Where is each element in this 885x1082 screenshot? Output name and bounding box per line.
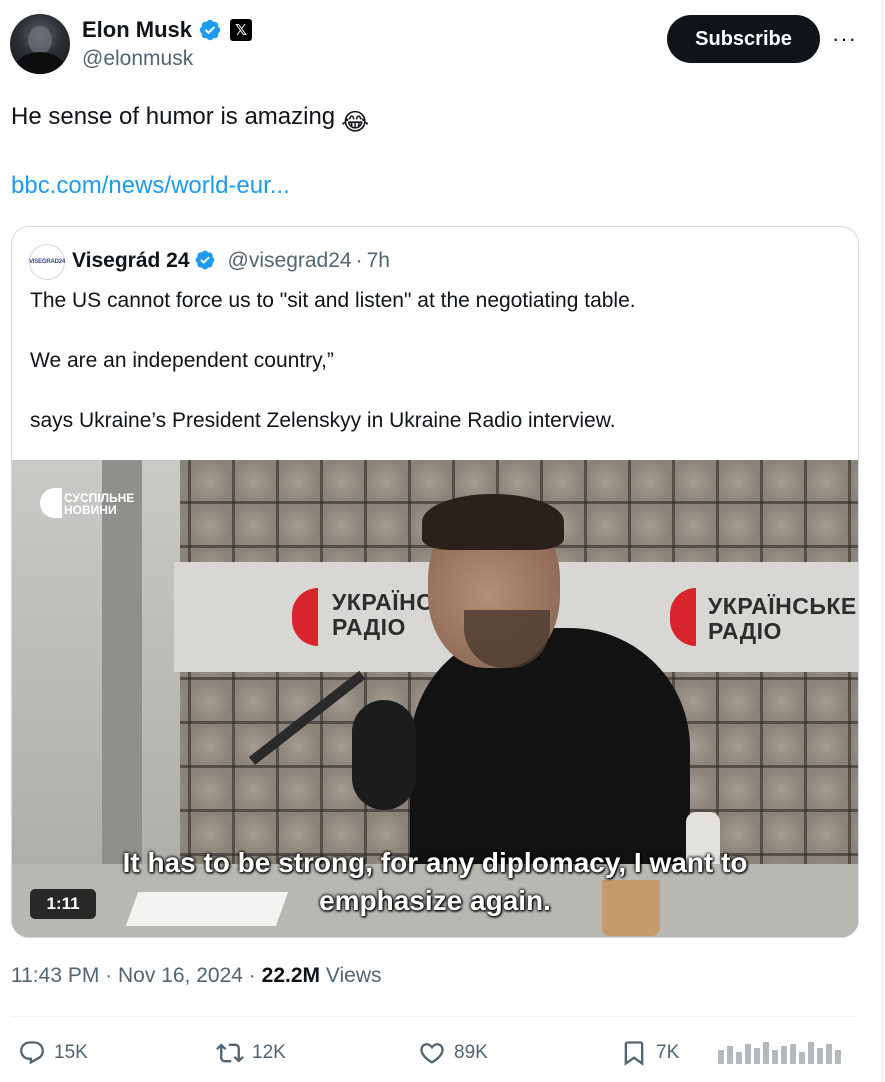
divider — [11, 1016, 857, 1017]
quoted-author-avatar[interactable]: VISEGRAD24 — [29, 244, 65, 280]
video-subtitle: It has to be strong, for any diplomacy, … — [12, 844, 858, 920]
views-count: 22.2M — [261, 964, 321, 987]
bookmark-icon — [624, 1041, 644, 1066]
share-icon[interactable] — [718, 1040, 868, 1064]
sign-text-right: УКРАЇНСЬКЕ РАДІО — [708, 594, 857, 644]
quoted-author-handle[interactable]: @visegrad24 — [228, 249, 352, 273]
radio-logo-icon — [292, 588, 318, 646]
watermark-bar — [826, 1044, 832, 1064]
watermark-bar — [718, 1050, 724, 1064]
tweet-text-content: He sense of humor is amazing — [11, 103, 336, 130]
author-name[interactable]: Elon Musk — [82, 17, 192, 43]
watermark-bar — [727, 1046, 733, 1064]
bookmark-count: 7K — [656, 1042, 680, 1063]
suspilne-logo-icon — [40, 488, 62, 518]
subtitle-line: It has to be strong, for any diplomacy, … — [122, 847, 748, 878]
avatar-face — [28, 26, 52, 54]
subscribe-button[interactable]: Subscribe — [667, 15, 820, 63]
watermark-bar — [808, 1042, 814, 1064]
meta-separator: · — [355, 249, 363, 272]
tweet-link[interactable]: bbc.com/news/world-eur... — [11, 172, 290, 200]
video-player[interactable]: СУСПІЛЬНЕ НОВИНИ УКРАЇНСЬ РАДІО УКРАЇНСЬ… — [12, 460, 858, 937]
watermark-bar — [799, 1052, 805, 1064]
views-label: Views — [325, 964, 382, 987]
speaker-hair — [422, 494, 564, 550]
bookmark-button[interactable]: 7K — [620, 1038, 679, 1068]
reply-icon — [20, 1041, 44, 1065]
quoted-author-name[interactable]: Visegrád 24 — [72, 249, 190, 273]
watermark-bar — [763, 1042, 769, 1064]
x-logo-icon[interactable]: 𝕏 — [230, 19, 253, 41]
repost-icon — [216, 1043, 244, 1063]
tweet-text: He sense of humor is amazing 😂 — [11, 100, 369, 140]
watermark-bar — [736, 1052, 742, 1064]
watermark-bar — [754, 1048, 760, 1064]
video-duration-badge: 1:11 — [30, 889, 96, 919]
watermark-line: НОВИНИ — [64, 503, 117, 517]
microphone — [352, 700, 416, 810]
sign-line: РАДІО — [708, 618, 782, 644]
tears-of-joy-emoji-icon: 😂 — [341, 109, 370, 136]
meta-separator: · — [248, 964, 256, 987]
tweet-meta: 11:43 PM · Nov 16, 2024 · 22.2M Views — [11, 964, 382, 988]
radio-logo-icon — [670, 588, 696, 646]
watermark-bar — [781, 1046, 787, 1064]
more-options-icon[interactable]: ··· — [832, 26, 860, 51]
author-avatar[interactable] — [10, 14, 70, 74]
tweet-date[interactable]: Nov 16, 2024 — [118, 964, 243, 987]
quoted-timestamp[interactable]: 7h — [367, 249, 390, 273]
heart-icon — [420, 1043, 444, 1064]
like-button[interactable]: 89K — [418, 1038, 488, 1068]
watermark-bar — [745, 1044, 751, 1064]
sign-line: УКРАЇНСЬКЕ — [708, 593, 857, 619]
verified-badge-icon — [194, 249, 218, 273]
watermark-bar — [835, 1050, 841, 1064]
watermark-bar — [772, 1050, 778, 1064]
reply-count: 15K — [54, 1042, 88, 1063]
author-name-row[interactable]: Elon Musk 𝕏 — [82, 16, 253, 44]
quoted-text-line: The US cannot force us to "sit and liste… — [30, 289, 636, 312]
like-count: 89K — [454, 1042, 488, 1063]
repost-button[interactable]: 12K — [216, 1038, 286, 1068]
author-handle[interactable]: @elonmusk — [82, 47, 193, 71]
subtitle-line: emphasize again. — [319, 885, 551, 916]
watermark-bar — [790, 1044, 796, 1064]
repost-count: 12K — [252, 1042, 286, 1063]
reply-button[interactable]: 15K — [18, 1038, 88, 1068]
broadcaster-watermark: СУСПІЛЬНЕ НОВИНИ — [64, 492, 134, 516]
avatar-body — [16, 52, 64, 74]
right-border — [882, 0, 883, 1082]
quoted-text-line: We are an independent country,” — [30, 349, 334, 372]
quoted-tweet-card[interactable]: VISEGRAD24 Visegrád 24 @visegrad24 · 7h … — [11, 226, 859, 938]
meta-separator: · — [105, 964, 113, 987]
quoted-text-line: says Ukraine’s President Zelenskyy in Uk… — [30, 409, 616, 432]
tweet-time[interactable]: 11:43 PM — [11, 964, 99, 987]
quoted-author-row: Visegrád 24 @visegrad24 · 7h — [72, 247, 390, 275]
watermark-bar — [817, 1048, 823, 1064]
verified-badge-icon[interactable] — [198, 18, 222, 42]
